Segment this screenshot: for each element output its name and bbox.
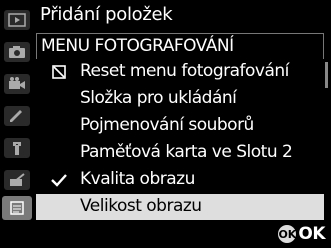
- section-label: MENU FOTOGRAFOVÁNÍ: [41, 36, 234, 56]
- pencil-icon: [10, 110, 22, 122]
- retouch-icon: [10, 173, 25, 186]
- list-item[interactable]: Kvalita obrazu: [36, 167, 324, 194]
- tab-shooting[interactable]: [4, 42, 30, 62]
- ok-hint[interactable]: OK OK: [278, 224, 325, 244]
- header: Přidání položek: [36, 0, 331, 34]
- wrench-icon: [13, 142, 21, 155]
- tab-custom[interactable]: [4, 106, 30, 126]
- checkmark-icon: [50, 170, 68, 190]
- list-item[interactable]: Pojmenování souborů: [36, 113, 324, 140]
- my-menu-icon: [10, 201, 24, 215]
- section-header: MENU FOTOGRAFOVÁNÍ: [36, 33, 324, 59]
- sidebar: [0, 0, 36, 248]
- tab-movie[interactable]: [4, 74, 30, 94]
- tab-setup[interactable]: [4, 138, 30, 158]
- list-item-label: Velikost obrazu: [80, 196, 202, 216]
- camera-icon: [9, 46, 25, 58]
- list-item[interactable]: Složka pro ukládání: [36, 86, 324, 113]
- playback-icon: [8, 13, 26, 27]
- list-item-label: Kvalita obrazu: [80, 169, 195, 189]
- tab-my-menu[interactable]: [2, 196, 32, 220]
- list-item[interactable]: Reset menu fotografování: [36, 59, 324, 86]
- tab-playback[interactable]: [4, 10, 30, 30]
- ok-button-icon: OK: [278, 225, 297, 243]
- tab-retouch[interactable]: [4, 170, 30, 190]
- movie-camera-icon: [9, 77, 25, 89]
- disabled-box-icon: [50, 62, 68, 82]
- menu-list: Reset menu fotografování Složka pro uklá…: [36, 59, 324, 221]
- ok-label: OK: [298, 224, 325, 244]
- list-item-label: Reset menu fotografování: [80, 61, 289, 81]
- list-item-label: Pojmenování souborů: [80, 115, 254, 135]
- list-item-label: Paměťová karta ve Slotu 2: [80, 142, 293, 162]
- list-item[interactable]: Paměťová karta ve Slotu 2: [36, 140, 324, 167]
- scrollbar[interactable]: [325, 62, 328, 88]
- list-item-selected[interactable]: Velikost obrazu: [36, 194, 324, 221]
- page-title: Přidání položek: [40, 4, 173, 25]
- list-item-label: Složka pro ukládání: [80, 88, 237, 108]
